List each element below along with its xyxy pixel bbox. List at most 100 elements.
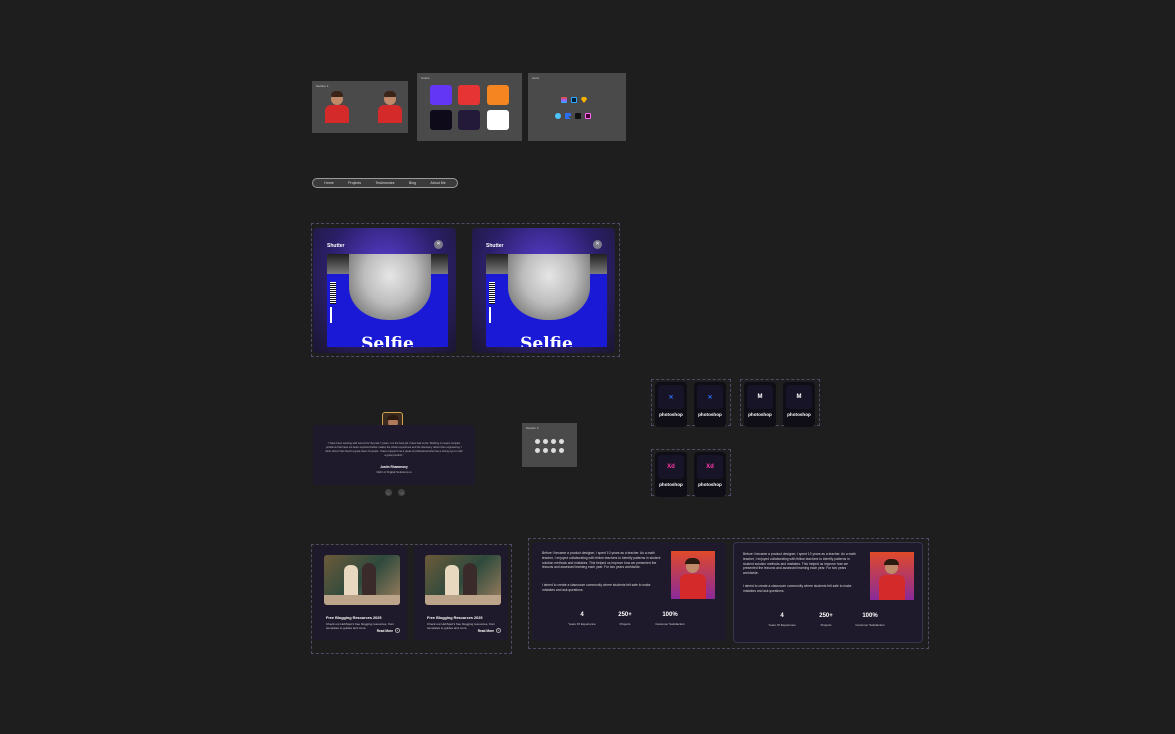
miro-icon	[575, 113, 581, 119]
nav-item-about-me[interactable]: About Me	[430, 181, 445, 185]
blog-card[interactable]: Free Blogging Resources 2025 Check out H…	[414, 546, 508, 640]
stat-satisfaction: 100% Customer Satisfaction	[646, 612, 694, 626]
behance-icon[interactable]	[543, 448, 548, 453]
linkedin-icon[interactable]	[559, 439, 564, 444]
stat-number: 100%	[862, 613, 878, 619]
prev-arrow-button[interactable]: ←	[385, 489, 392, 496]
section2-frame[interactable]: Section 2	[522, 423, 577, 467]
stat-experience: 4 Years Of Experience	[562, 612, 602, 626]
close-icon[interactable]: ✕	[593, 240, 602, 249]
section1-label: Section 1	[316, 84, 329, 88]
nav-item-projects[interactable]: Projects	[348, 181, 361, 185]
testimonial-name: Justin Rhammony	[380, 465, 408, 469]
app-label: photoshop	[698, 482, 722, 487]
person-photo-2	[375, 91, 405, 123]
adobe-xd-icon: Xd	[667, 464, 675, 470]
blog-title: Free Blogging Resources 2025	[427, 616, 483, 620]
app-label: photoshop	[748, 412, 772, 417]
adobe-xd-icon: Xd	[706, 464, 714, 470]
nav-item-testimonies[interactable]: Testimonies	[375, 181, 394, 185]
color-swatch-purple	[430, 85, 452, 105]
profile-photo	[671, 551, 715, 599]
barcode-icon	[489, 282, 495, 304]
framer-icon: ✕	[707, 394, 713, 401]
icons-frame[interactable]: Icons	[528, 73, 626, 141]
facebook-icon[interactable]	[535, 439, 540, 444]
colors-frame[interactable]: Colors	[417, 73, 522, 141]
stat-label: Customer Satisfaction	[655, 622, 685, 626]
app-label: photoshop	[787, 412, 811, 417]
icons-label: Icons	[532, 76, 540, 80]
color-swatch-red	[458, 85, 480, 105]
testimonial-role: CEO of Digital Solutions.io	[376, 470, 412, 474]
stat-number: 4	[780, 613, 784, 619]
shutter-brand: Shutter	[486, 243, 504, 249]
arrow-right-icon: ›	[395, 628, 400, 633]
github-icon[interactable]	[551, 448, 556, 453]
about-card: Before I became a product designer, I sp…	[733, 542, 923, 643]
blog-card[interactable]: Free Blogging Resources 2025 Check out H…	[313, 546, 407, 640]
color-swatch-orange	[487, 85, 509, 105]
blog-image	[324, 555, 400, 605]
stat-label: Customer Satisfaction	[855, 623, 885, 627]
close-icon[interactable]: ✕	[434, 240, 443, 249]
shutter-card[interactable]: Shutter ✕ Selfie	[313, 228, 456, 353]
app-card[interactable]: M photoshop	[744, 382, 776, 427]
color-swatch-deep-purple	[458, 110, 480, 130]
nav-item-blog[interactable]: Blog	[409, 181, 416, 185]
miro-icon: M	[796, 394, 802, 400]
shutter-card[interactable]: Shutter ✕ Selfie	[472, 228, 615, 353]
testimonial-card: "I have been working with Jeremi for the…	[313, 425, 475, 485]
figma-icon	[561, 97, 567, 103]
twitter-icon[interactable]	[543, 439, 548, 444]
app-card[interactable]: Xd photoshop	[655, 452, 687, 497]
sketch-icon	[581, 97, 587, 103]
person-photo-1	[322, 91, 352, 123]
arrow-right-icon: ›	[496, 628, 501, 633]
read-more-label: Read More	[376, 628, 393, 633]
section1-frame[interactable]: Section 1	[312, 81, 408, 133]
dribbble-icon[interactable]	[535, 448, 540, 453]
framer-icon	[565, 113, 571, 119]
stat-satisfaction: 100% Customer Satisfaction	[846, 613, 894, 627]
selfie-cover-image: Selfie	[486, 254, 607, 347]
color-swatch-black	[430, 110, 452, 130]
section2-label: Section 2	[526, 426, 539, 430]
webflow-icon	[555, 113, 561, 119]
stat-number: 4	[580, 612, 584, 618]
app-label: photoshop	[659, 412, 683, 417]
colors-label: Colors	[421, 76, 430, 80]
nav-item-home[interactable]: Home	[324, 181, 334, 185]
testimonial-quote: "I have been working with Jeremi for the…	[325, 442, 463, 457]
stat-label: Projects	[820, 623, 832, 627]
stat-label: Projects	[619, 622, 631, 626]
app-card[interactable]: ✕ photoshop	[655, 382, 687, 427]
nav-bar: Home Projects Testimonies Blog About Me	[312, 178, 458, 188]
miro-icon: M	[757, 394, 763, 400]
framer-icon: ✕	[668, 394, 674, 401]
stat-number: 250+	[618, 612, 632, 618]
photoshop-icon	[571, 97, 577, 103]
blog-title: Free Blogging Resources 2025	[326, 616, 382, 620]
about-card: Before I became a product designer, I sp…	[532, 542, 726, 641]
stat-label: Years Of Experience	[568, 622, 596, 626]
app-label: photoshop	[659, 482, 683, 487]
shutter-brand: Shutter	[327, 243, 345, 249]
barcode-icon	[330, 282, 336, 304]
next-arrow-button[interactable]: →	[398, 489, 405, 496]
read-more-link[interactable]: Read More ›	[377, 628, 400, 633]
adobe-xd-icon	[585, 113, 591, 119]
read-more-link[interactable]: Read More ›	[478, 628, 501, 633]
app-card[interactable]: M photoshop	[783, 382, 815, 427]
about-paragraph-1: Before I became a product designer, I sp…	[743, 552, 856, 576]
selfie-cover-image: Selfie	[327, 254, 448, 347]
cover-title: Selfie	[361, 334, 414, 347]
stat-experience: 4 Years Of Experience	[762, 613, 802, 627]
app-card[interactable]: Xd photoshop	[694, 452, 726, 497]
stat-projects: 250+ Projects	[607, 612, 643, 626]
youtube-icon[interactable]	[559, 448, 564, 453]
app-card[interactable]: ✕ photoshop	[694, 382, 726, 427]
instagram-icon[interactable]	[551, 439, 556, 444]
app-label: photoshop	[698, 412, 722, 417]
blog-image	[425, 555, 501, 605]
